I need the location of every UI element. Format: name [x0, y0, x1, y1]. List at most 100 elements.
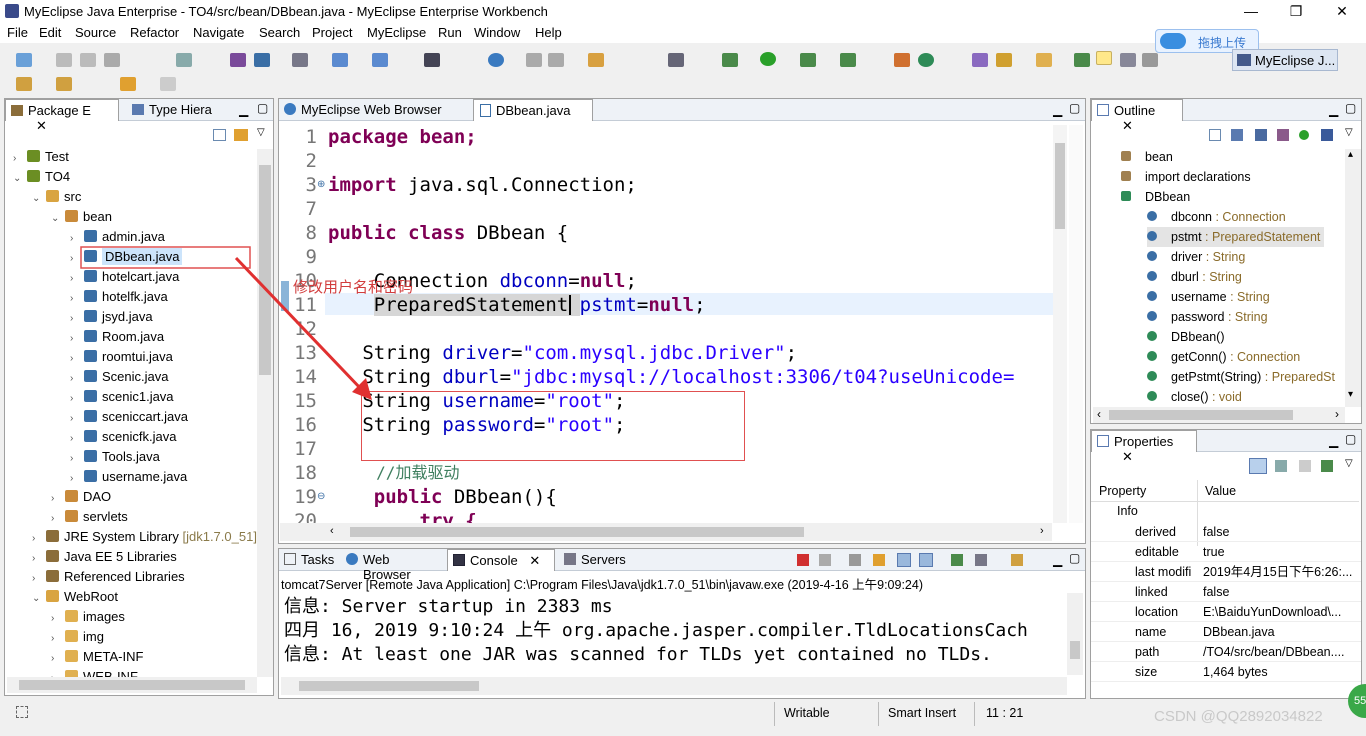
menu-help[interactable]: Help [535, 25, 562, 40]
close-icon[interactable]: ✕ [1122, 118, 1133, 133]
collapse-all-icon[interactable] [213, 129, 226, 141]
tree-item[interactable]: › Referenced Libraries [32, 567, 185, 587]
chevron-right-icon[interactable]: › [51, 509, 65, 529]
menu-edit[interactable]: Edit [39, 25, 61, 40]
display-console-icon[interactable] [951, 554, 963, 566]
terminate-icon[interactable] [797, 554, 809, 566]
show-advanced-icon[interactable] [1275, 460, 1287, 472]
open-console-icon[interactable] [975, 554, 987, 566]
sort-icon[interactable] [1231, 129, 1243, 141]
show-categories-icon[interactable] [1249, 458, 1267, 474]
tree-hscroll[interactable] [7, 677, 257, 693]
outline-hscroll-thumb[interactable] [1109, 410, 1293, 420]
property-row[interactable]: location E:\BaiduYunDownload\... [1091, 602, 1361, 622]
outline-item[interactable]: bean [1121, 147, 1173, 167]
scroll-lock-icon[interactable] [873, 554, 885, 566]
tree-item[interactable]: › JRE System Library [jdk1.7.0_51] [32, 527, 257, 547]
tree-item[interactable]: › Room.java [70, 327, 164, 347]
outline-item[interactable]: import declarations [1121, 167, 1251, 187]
back-icon[interactable] [16, 77, 32, 91]
property-row[interactable]: derived false [1091, 522, 1361, 542]
menu-myeclipse[interactable]: MyEclipse [367, 25, 426, 40]
tree-hscroll-thumb[interactable] [19, 680, 245, 690]
fold-icon[interactable]: ⊖ [317, 491, 325, 502]
outline-item[interactable]: getConn() : Connection [1147, 347, 1300, 367]
outline-vscroll[interactable]: ▴ ▾ [1345, 149, 1361, 407]
property-row[interactable]: linked false [1091, 582, 1361, 602]
outline-item[interactable]: DBbean() [1147, 327, 1225, 347]
tree-item[interactable]: › scenicfk.java [70, 427, 176, 447]
run-icon[interactable] [760, 52, 776, 66]
chevron-right-icon[interactable]: › [70, 269, 84, 289]
tree-item[interactable]: › roomtui.java [70, 347, 173, 367]
tab-dbbean-java[interactable]: DBbean.java ✕ [473, 99, 593, 133]
console-vscroll-thumb[interactable] [1070, 641, 1080, 659]
pin-console-icon[interactable] [919, 553, 933, 567]
save-all-icon[interactable] [80, 53, 96, 67]
console-hscroll[interactable] [281, 677, 1067, 695]
tree-item[interactable]: › scenic1.java [70, 387, 174, 407]
hide-nonpublic-icon[interactable] [1299, 130, 1309, 140]
chevron-right-icon[interactable]: › [70, 309, 84, 329]
open-icon[interactable] [548, 53, 564, 67]
nav-back-icon[interactable] [120, 77, 136, 91]
maximize-view-icon[interactable]: ▢ [1069, 551, 1080, 565]
word-wrap-icon[interactable] [897, 553, 911, 567]
outline-item[interactable]: driver : String [1147, 247, 1245, 267]
chevron-right-icon[interactable]: › [70, 469, 84, 489]
collapse-all-icon[interactable] [1209, 129, 1221, 141]
chevron-right-icon[interactable]: › [32, 569, 46, 589]
chevron-right-icon[interactable]: › [70, 429, 84, 449]
menu-file[interactable]: File [7, 25, 28, 40]
chevron-right-icon[interactable]: › [13, 149, 27, 169]
tree-item[interactable]: › hotelfk.java [70, 287, 168, 307]
tab-package-explorer[interactable]: Package E ✕ [5, 99, 119, 133]
external-tools-icon[interactable] [840, 53, 856, 67]
print-icon[interactable] [104, 53, 120, 67]
scroll-up-icon[interactable]: ▴ [1348, 149, 1353, 160]
scroll-left-icon[interactable]: ‹ [330, 525, 334, 537]
tree-item[interactable]: › jsyd.java [70, 307, 153, 327]
editor-hscroll-thumb[interactable] [350, 527, 804, 537]
tree-item[interactable]: ⌄ bean [51, 207, 112, 227]
scroll-left-icon[interactable]: ‹ [1097, 407, 1101, 421]
bug-icon[interactable] [722, 53, 738, 67]
chevron-right-icon[interactable]: › [51, 629, 65, 649]
tree-item[interactable]: › DAO [51, 487, 111, 507]
tree-item[interactable]: › Scenic.java [70, 367, 168, 387]
chevron-right-icon[interactable]: › [70, 389, 84, 409]
open-type-icon[interactable] [972, 53, 988, 67]
new-java-icon[interactable] [918, 53, 934, 67]
chevron-right-icon[interactable]: › [70, 349, 84, 369]
tree-item[interactable]: › username.java [70, 467, 187, 487]
view-menu-icon[interactable]: ▽ [1345, 458, 1353, 469]
code-editor[interactable]: 1 2 3 7 8 9 10 11 12 13 14 15 16 17 18 19 20 package bea… [279, 121, 1085, 523]
chevron-right-icon[interactable]: › [70, 329, 84, 349]
edit-icon[interactable] [526, 53, 542, 67]
chevron-right-icon[interactable]: › [70, 249, 84, 269]
forward-icon[interactable] [56, 77, 72, 91]
scroll-down-icon[interactable]: ▾ [1348, 389, 1353, 400]
tree-item[interactable]: › sceniccart.java [70, 407, 188, 427]
tree-item[interactable]: ⌄ WebRoot [32, 587, 118, 607]
scroll-right-icon[interactable]: › [1040, 525, 1044, 537]
chevron-right-icon[interactable]: › [70, 449, 84, 469]
globe-icon[interactable] [488, 53, 504, 67]
tab-outline[interactable]: Outline ✕ [1091, 99, 1183, 133]
menu-refactor[interactable]: Refactor [130, 25, 179, 40]
pilcrow-icon[interactable] [1142, 53, 1158, 67]
chevron-right-icon[interactable]: › [32, 529, 46, 549]
chevron-right-icon[interactable]: › [70, 289, 84, 309]
outline-hscroll[interactable]: ‹ › [1093, 407, 1345, 423]
tab-tasks[interactable]: Tasks [279, 549, 341, 571]
db-icon[interactable] [424, 53, 440, 67]
tree-item[interactable]: › Tools.java [70, 447, 160, 467]
tree-item[interactable]: › DBbean.java [70, 247, 183, 269]
console-hscroll-thumb[interactable] [299, 681, 479, 691]
perspective-switcher[interactable]: MyEclipse J... [1232, 49, 1338, 71]
hide-static-icon[interactable] [1277, 129, 1289, 141]
minimize-view-icon[interactable]: ▁ [1329, 103, 1338, 117]
deploy-icon[interactable] [254, 53, 270, 67]
maximize-view-icon[interactable]: ▢ [1345, 101, 1356, 115]
pin-properties-icon[interactable] [1321, 460, 1333, 472]
